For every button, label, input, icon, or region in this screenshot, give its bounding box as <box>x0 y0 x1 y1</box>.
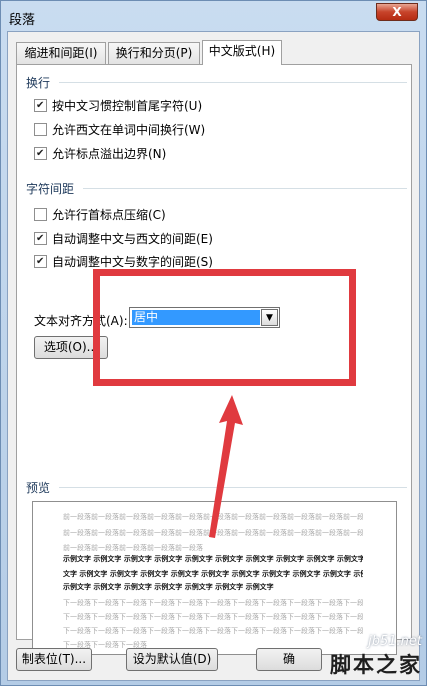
checkbox-label: 按中文习惯控制首尾字符(U) <box>52 98 203 113</box>
preview-line: 前一段落前一段落前一段落前一段落前一段落 <box>63 544 203 552</box>
group-heading-char-spacing: 字符间距 <box>26 182 75 196</box>
checkbox-allow-hanging-punctuation[interactable]: 允许标点溢出边界(N) <box>34 145 166 161</box>
divider <box>59 82 407 83</box>
checkbox-label: 自动调整中文与数字的间距(S) <box>52 254 213 269</box>
tab-chinese-typography[interactable]: 中文版式(H) <box>202 40 282 65</box>
group-heading-line-break: 换行 <box>26 76 51 90</box>
tab-indent-spacing[interactable]: 缩进和间距(I) <box>16 42 106 64</box>
divider <box>83 188 407 189</box>
checkbox-auto-space-chinese-numbers[interactable]: 自动调整中文与数字的间距(S) <box>34 253 213 269</box>
close-button[interactable]: X <box>376 3 418 21</box>
preview-line: 示例文字 示例文字 示例文字 示例文字 示例文字 示例文字 示例文字 <box>63 583 274 591</box>
text-alignment-label: 文本对齐方式(A): <box>34 314 128 328</box>
group-heading-preview: 预览 <box>26 481 51 495</box>
watermark-domain: jb51.net <box>368 634 422 649</box>
text-alignment-select[interactable]: 居中 ▼ <box>129 307 280 328</box>
divider <box>59 487 407 488</box>
checkbox-checked-icon <box>34 254 47 268</box>
dropdown-arrow-icon[interactable]: ▼ <box>261 309 278 326</box>
title-bar[interactable]: 段落 X <box>1 1 426 31</box>
checkbox-compress-leading-punctuation[interactable]: 允许行首标点压缩(C) <box>34 206 166 222</box>
tab-label: 换行和分页(P) <box>115 46 193 60</box>
watermark-brand: 脚本之家 <box>330 653 422 677</box>
checkbox-label: 允许标点溢出边界(N) <box>52 146 167 161</box>
set-as-default-button[interactable]: 设为默认值(D) <box>126 648 218 671</box>
preview-area: 前一段落前一段落前一段落前一段落前一段落前一段落前一段落前一段落前一段落前一段落… <box>32 501 397 655</box>
text-alignment-selected-value: 居中 <box>132 310 260 325</box>
preview-line: 前一段落前一段落前一段落前一段落前一段落前一段落前一段落前一段落前一段落前一段落… <box>63 513 363 521</box>
preview-line: 下一段落下一段落下一段落下一段落下一段落下一段落下一段落下一段落下一段落下一段落… <box>63 613 363 621</box>
site-watermark: jb51.net 脚本之家 <box>330 634 422 679</box>
options-button[interactable]: 选项(O)... <box>34 336 108 359</box>
checkbox-allow-latin-word-wrap[interactable]: 允许西文在单词中间换行(W) <box>34 121 205 137</box>
preview-line: 前一段落前一段落前一段落前一段落前一段落前一段落前一段落前一段落前一段落前一段落… <box>63 529 363 537</box>
checkbox-control-first-last-chars[interactable]: 按中文习惯控制首尾字符(U) <box>34 97 202 113</box>
paragraph-dialog: 段落 X 缩进和间距(I) 换行和分页(P) 中文版式(H) 换行 按中文习惯控… <box>0 0 427 686</box>
checkbox-checked-icon <box>34 231 47 245</box>
checkbox-checked-icon <box>34 146 47 160</box>
checkbox-unchecked-icon <box>34 122 47 136</box>
tab-label: 中文版式(H) <box>208 44 276 58</box>
checkbox-unchecked-icon <box>34 207 47 221</box>
button-label: 选项(O)... <box>43 340 99 354</box>
checkbox-label: 允许行首标点压缩(C) <box>52 207 166 222</box>
ok-button[interactable]: 确 <box>256 648 322 671</box>
preview-line: 文字 示例文字 示例文字 示例文字 示例文字 示例文字 示例文字 示例文字 示例… <box>63 570 363 578</box>
preview-line: 下一段落下一段落下一段落下一段落下一段落下一段落下一段落下一段落下一段落下一段落… <box>63 599 363 607</box>
button-label: 设为默认值(D) <box>132 652 212 666</box>
dialog-title: 段落 <box>9 13 36 28</box>
tab-label: 缩进和间距(I) <box>24 46 98 60</box>
button-label: 制表位(T)... <box>21 652 87 666</box>
tab-panel-chinese-typography: 换行 按中文习惯控制首尾字符(U) 允许西文在单词中间换行(W) 允许标点溢出边… <box>16 64 412 655</box>
checkbox-label: 自动调整中文与西文的间距(E) <box>52 231 213 246</box>
button-label: 确 <box>282 652 295 666</box>
preview-line: 示例文字 示例文字 示例文字 示例文字 示例文字 示例文字 示例文字 示例文字 … <box>63 555 363 563</box>
checkbox-auto-space-chinese-latin[interactable]: 自动调整中文与西文的间距(E) <box>34 230 213 246</box>
tab-stops-button[interactable]: 制表位(T)... <box>16 648 92 671</box>
preview-line: 下一段落下一段落下一段落下一段落下一段落下一段落下一段落下一段落下一段落下一段落… <box>63 627 363 635</box>
tab-line-page-breaks[interactable]: 换行和分页(P) <box>108 42 200 64</box>
checkbox-label: 允许西文在单词中间换行(W) <box>52 122 206 137</box>
checkbox-checked-icon <box>34 98 47 112</box>
dialog-client-area: 缩进和间距(I) 换行和分页(P) 中文版式(H) 换行 按中文习惯控制首尾字符… <box>7 31 420 681</box>
close-icon: X <box>392 5 402 19</box>
